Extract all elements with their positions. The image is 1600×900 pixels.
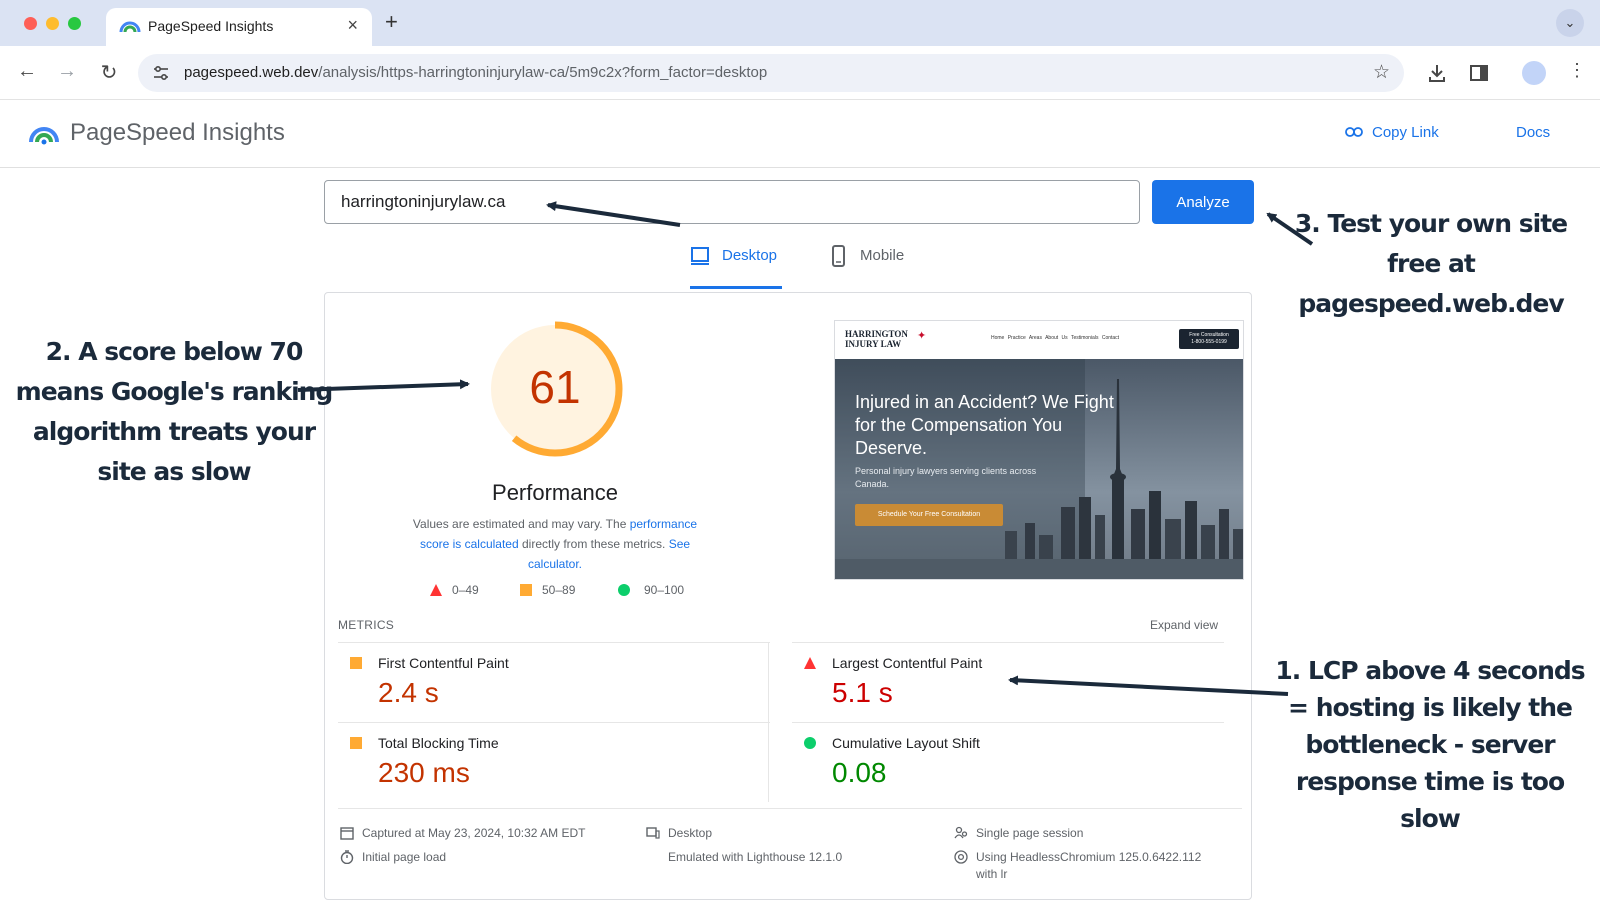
profile-avatar[interactable] [1522, 61, 1546, 85]
cta-line-1: Free Consultation [1189, 332, 1229, 338]
psi-header: PageSpeed Insights Copy Link Docs [0, 100, 1600, 168]
desktop-device-icon [646, 827, 660, 839]
page-screenshot[interactable]: HARRINGTON INJURY LAW ✦ Home Practice Are… [834, 320, 1244, 580]
annotation-test-site: 3. Test your own site free at pagespeed.… [1294, 209, 1568, 318]
url-host: pagespeed.web.dev [184, 64, 319, 81]
footer-divider [338, 808, 1242, 809]
single-page-session: Single page session [976, 826, 1084, 840]
headless-chromium: Using HeadlessChromium 125.0.6422.112 [976, 850, 1202, 864]
orange-square-icon [520, 584, 532, 596]
tab-title: PageSpeed Insights [148, 18, 274, 34]
legend-poor-label: 0–49 [452, 583, 479, 597]
screenshot-nav: HARRINGTON INJURY LAW ✦ Home Practice Are… [835, 321, 1243, 359]
metric-name: Total Blocking Time [378, 735, 499, 751]
orange-square-icon [350, 657, 362, 669]
desktop-icon [691, 247, 709, 265]
metric-lcp: Largest Contentful Paint 5.1 s [792, 642, 1224, 720]
docs-link[interactable]: Docs [1516, 124, 1550, 141]
red-triangle-icon [430, 584, 442, 596]
tab-mobile-label: Mobile [860, 247, 905, 264]
metric-cls: Cumulative Layout Shift 0.08 [792, 722, 1224, 800]
headless-chromium-cont: with lr [976, 867, 1008, 881]
performance-title: Performance [492, 480, 618, 505]
tab-desktop-label: Desktop [722, 247, 778, 264]
metric-fcp: First Contentful Paint 2.4 s [338, 642, 770, 720]
screenshot-nav-links: Home Practice Areas About Us Testimonial… [991, 335, 1120, 341]
timer-icon [340, 850, 354, 864]
browser-toolbar: ← → ↻ pagespeed.web.dev/analysis/https-h… [0, 46, 1600, 100]
screenshot-brand: HARRINGTON INJURY LAW [845, 329, 908, 349]
legend-good-label: 90–100 [644, 583, 685, 597]
green-circle-icon [618, 584, 630, 596]
new-tab-button[interactable]: + [385, 9, 398, 35]
annotation-lcp: 1. LCP above 4 seconds = hosting is like… [1275, 656, 1585, 833]
initial-page-load: Initial page load [362, 850, 447, 864]
cta-line-2: 1-800-555-0199 [1191, 339, 1227, 345]
metric-name: Largest Contentful Paint [832, 655, 983, 671]
browser-menu-icon[interactable]: ⋮ [1568, 60, 1586, 81]
expand-view-toggle[interactable]: Expand view [1150, 618, 1218, 632]
brand-line-2: INJURY LAW [845, 339, 902, 349]
metric-tbt: Total Blocking Time 230 ms [338, 722, 770, 800]
screenshot-cta: Free Consultation 1-800-555-0199 [1179, 329, 1239, 349]
maple-leaf-icon: ✦ [917, 330, 927, 342]
red-triangle-icon [804, 657, 816, 669]
brand-line-1: HARRINGTON [845, 329, 908, 339]
green-circle-icon [804, 737, 816, 749]
url-text[interactable]: pagespeed.web.dev/analysis/https-harring… [184, 64, 767, 81]
tab-search-button[interactable]: ⌄ [1556, 9, 1584, 37]
close-window-button[interactable] [24, 17, 37, 30]
pagespeed-favicon-icon [119, 21, 141, 33]
metric-value: 5.1 s [832, 677, 893, 708]
bookmark-star-icon[interactable]: ☆ [1373, 61, 1390, 84]
metric-value: 2.4 s [378, 677, 439, 708]
emulated-with: Emulated with Lighthouse 12.1.0 [668, 850, 843, 864]
tab-desktop[interactable]: Desktop [690, 244, 782, 289]
back-button[interactable]: ← [14, 60, 40, 83]
pagespeed-logo-icon[interactable] [28, 120, 60, 146]
reload-button[interactable]: ↻ [96, 60, 122, 85]
metrics-label: METRICS [338, 618, 395, 632]
chromium-icon [954, 850, 968, 864]
metrics-divider [768, 642, 769, 802]
users-icon [954, 826, 968, 839]
side-panel-icon[interactable] [1468, 62, 1490, 84]
url-input[interactable] [324, 180, 1140, 224]
site-settings-icon[interactable] [152, 64, 170, 82]
metric-value: 0.08 [832, 757, 887, 788]
screenshot-button: Schedule Your Free Consultation [855, 504, 1003, 526]
annotation-score: 2. A score below 70 means Google's ranki… [15, 337, 334, 486]
download-icon[interactable] [1426, 62, 1448, 84]
legend-average-label: 50–89 [542, 583, 576, 597]
device-desktop: Desktop [668, 826, 713, 840]
performance-score: 61 [529, 361, 581, 413]
screenshot-headline: Injured in an Accident? We Fight for the… [855, 392, 1114, 458]
browser-tab-bar: PageSpeed Insights × + ⌄ [0, 0, 1600, 46]
mobile-icon [832, 245, 845, 267]
performance-description: Values are estimated and may vary. The p… [404, 514, 706, 574]
metric-value: 230 ms [378, 757, 470, 788]
maximize-window-button[interactable] [68, 17, 81, 30]
metric-name: First Contentful Paint [378, 655, 509, 671]
captured-at: Captured at May 23, 2024, 10:32 AM EDT [362, 826, 586, 840]
calendar-icon [340, 827, 354, 840]
tab-close-icon[interactable]: × [347, 15, 358, 36]
address-bar[interactable]: pagespeed.web.dev/analysis/https-harring… [138, 54, 1404, 92]
link-icon [1345, 127, 1363, 137]
forward-button[interactable]: → [54, 60, 80, 83]
copy-link-button[interactable]: Copy Link [1372, 124, 1439, 141]
minimize-window-button[interactable] [46, 17, 59, 30]
analyze-button[interactable]: Analyze [1152, 180, 1254, 224]
app-title[interactable]: PageSpeed Insights [70, 119, 285, 147]
desc-text-2: directly from these metrics. [518, 537, 669, 551]
browser-tab[interactable]: PageSpeed Insights × [106, 8, 372, 46]
orange-square-icon [350, 737, 362, 749]
screenshot-subtitle: Personal injury lawyers serving clients … [855, 466, 1037, 489]
desc-text-1: Values are estimated and may vary. The [412, 517, 630, 531]
metric-name: Cumulative Layout Shift [832, 735, 980, 751]
url-path: /analysis/https-harringtoninjurylaw-ca/5… [318, 64, 768, 81]
